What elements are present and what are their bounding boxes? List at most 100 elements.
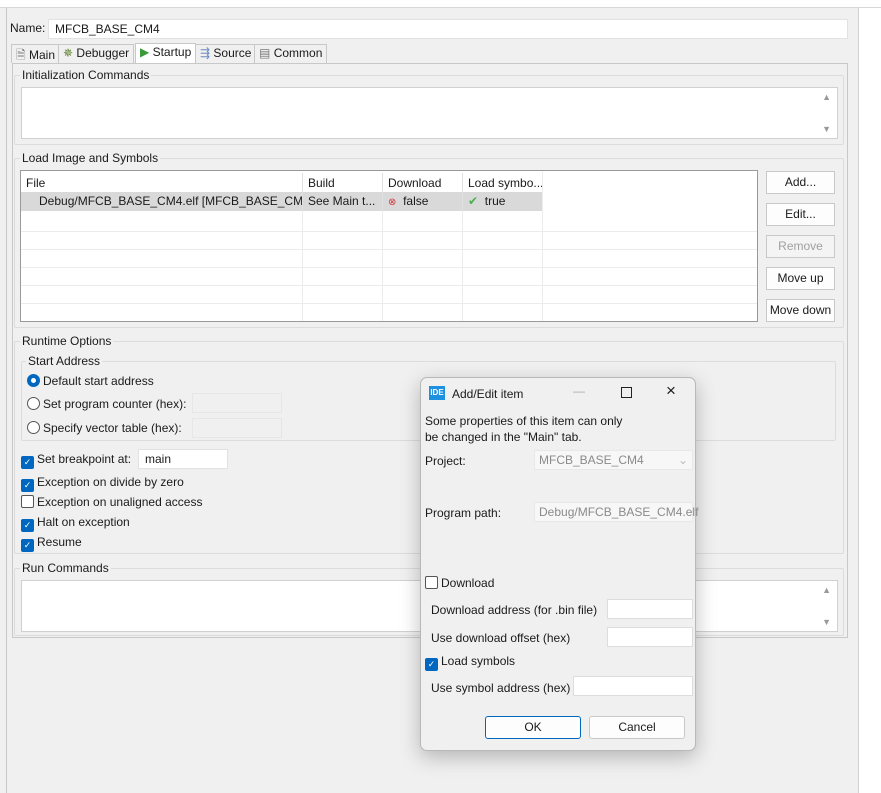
col-file[interactable]: File	[21, 173, 303, 193]
cell-download: ⊗ false	[383, 192, 463, 212]
check-icon: ✓	[425, 658, 438, 671]
checkbox-label: Download	[441, 576, 495, 590]
resume-checkbox[interactable]: ✓ Resume	[21, 535, 82, 552]
dialog-title: Add/Edit item	[452, 387, 524, 401]
program-path-field: Debug/MFCB_BASE_CM4.elf	[534, 502, 698, 522]
checkbox-empty-icon	[21, 495, 34, 508]
left-border	[6, 8, 7, 793]
name-input[interactable]: MFCB_BASE_CM4	[48, 19, 848, 39]
check-icon: ✓	[21, 456, 34, 469]
add-button[interactable]: Add...	[766, 171, 835, 194]
tab-label: Common	[273, 46, 323, 60]
radio-default-start[interactable]: Default start address	[27, 374, 154, 388]
radio-icon	[27, 374, 40, 387]
check-icon: ✓	[21, 539, 34, 552]
move-up-button[interactable]: Move up	[766, 267, 835, 290]
check-icon: ✓	[21, 479, 34, 492]
checkbox-label: Exception on divide by zero	[37, 475, 184, 489]
ok-button[interactable]: OK	[485, 716, 581, 739]
checkbox-label: Load symbols	[441, 654, 516, 668]
tab-debugger[interactable]: ✵ Debugger	[58, 44, 135, 63]
download-address-input[interactable]	[607, 599, 693, 619]
program-path-label: Program path:	[425, 506, 502, 520]
checkbox-empty-icon	[425, 576, 438, 589]
checkbox-label: Resume	[37, 535, 82, 549]
maximize-icon[interactable]	[621, 387, 632, 398]
divide-by-zero-checkbox[interactable]: ✓ Exception on divide by zero	[21, 475, 184, 492]
load-table: File Build Download Load symbo... Debug/…	[20, 170, 758, 322]
radio-vector-table[interactable]: Specify vector table (hex):	[27, 421, 182, 435]
ide-logo-icon: IDE	[429, 386, 445, 400]
check-icon: ✓	[21, 519, 34, 532]
play-icon: ▶	[140, 45, 150, 59]
dialog-note-line2: be changed in the "Main" tab.	[425, 430, 582, 444]
start-address-title: Start Address	[26, 354, 103, 368]
right-pane	[858, 8, 881, 793]
cell-build: See Main t...	[303, 192, 383, 212]
tab-startup[interactable]: ▶ Startup	[135, 43, 197, 64]
runtime-title: Runtime Options	[20, 334, 114, 348]
run-title: Run Commands	[20, 561, 111, 575]
symbol-address-label: Use symbol address (hex)	[431, 681, 571, 695]
minimize-icon[interactable]: —	[573, 384, 585, 398]
tab-label: Startup	[152, 45, 192, 59]
init-commands-textarea[interactable]: ▲ ▼	[21, 87, 838, 139]
dialog-note-line1: Some properties of this item can only	[425, 414, 623, 428]
radio-label: Set program counter (hex):	[43, 397, 187, 411]
tab-label: Debugger	[76, 46, 130, 60]
project-select: MFCB_BASE_CM4 ⌄	[534, 450, 693, 470]
checkbox-label: Exception on unaligned access	[37, 495, 203, 509]
cell-file: Debug/MFCB_BASE_CM4.elf [MFCB_BASE_CM4]	[21, 192, 303, 212]
bug-icon: ✵	[63, 46, 74, 60]
move-down-button[interactable]: Move down	[766, 299, 835, 322]
checkbox-label: Halt on exception	[37, 515, 130, 529]
radio-icon	[27, 421, 40, 434]
col-download[interactable]: Download	[383, 173, 463, 193]
window-icon: ▤	[259, 46, 271, 60]
symbol-address-input[interactable]	[573, 676, 693, 696]
table-row[interactable]: Debug/MFCB_BASE_CM4.elf [MFCB_BASE_CM4] …	[21, 192, 543, 212]
vector-table-input[interactable]	[192, 418, 282, 438]
breakpoint-input[interactable]: main	[138, 449, 228, 469]
load-symbols-value: true	[484, 194, 506, 208]
error-icon: ⊗	[388, 197, 397, 208]
load-symbols-checkbox[interactable]: ✓ Load symbols	[425, 654, 515, 671]
load-title: Load Image and Symbols	[20, 151, 161, 165]
download-address-label: Download address (for .bin file)	[431, 603, 598, 617]
cell-load-symbols: ✔ true	[463, 192, 543, 212]
tab-common[interactable]: ▤ Common	[254, 44, 328, 63]
scroll-down-icon[interactable]: ▼	[822, 617, 831, 627]
cancel-button[interactable]: Cancel	[589, 716, 685, 739]
radio-label: Specify vector table (hex):	[43, 421, 182, 435]
col-load-symbols[interactable]: Load symbo...	[463, 173, 543, 193]
add-edit-dialog: IDE Add/Edit item — × Some properties of…	[420, 377, 698, 751]
checkbox-label: Set breakpoint at:	[37, 452, 132, 466]
edit-button[interactable]: Edit...	[766, 203, 835, 226]
download-checkbox[interactable]: Download	[425, 576, 494, 590]
download-offset-input[interactable]	[607, 627, 693, 647]
set-breakpoint-checkbox[interactable]: ✓ Set breakpoint at:	[21, 452, 131, 469]
close-icon[interactable]: ×	[666, 381, 676, 401]
scroll-down-icon[interactable]: ▼	[822, 124, 831, 134]
scroll-up-icon[interactable]: ▲	[822, 585, 831, 595]
chevron-down-icon: ⌄	[677, 453, 688, 467]
checkmark-icon: ✔	[468, 194, 479, 208]
download-value: false	[403, 194, 429, 208]
halt-on-exception-checkbox[interactable]: ✓ Halt on exception	[21, 515, 130, 532]
project-label: Project:	[425, 454, 466, 468]
top-bar	[0, 0, 881, 8]
tab-main[interactable]: 🗎 Main	[11, 44, 61, 63]
tab-label: Main	[29, 48, 56, 62]
radio-label: Default start address	[43, 374, 154, 388]
program-counter-input[interactable]	[192, 393, 282, 413]
init-title: Initialization Commands	[20, 68, 152, 82]
source-icon: ⇶	[200, 46, 211, 60]
col-build[interactable]: Build	[303, 173, 383, 193]
remove-button[interactable]: Remove	[766, 235, 835, 258]
document-icon: 🗎	[16, 48, 26, 62]
unaligned-access-checkbox[interactable]: Exception on unaligned access	[21, 495, 202, 509]
radio-program-counter[interactable]: Set program counter (hex):	[27, 397, 186, 411]
project-value: MFCB_BASE_CM4	[539, 453, 644, 467]
tab-source[interactable]: ⇶ Source	[195, 44, 257, 63]
scroll-up-icon[interactable]: ▲	[822, 92, 831, 102]
